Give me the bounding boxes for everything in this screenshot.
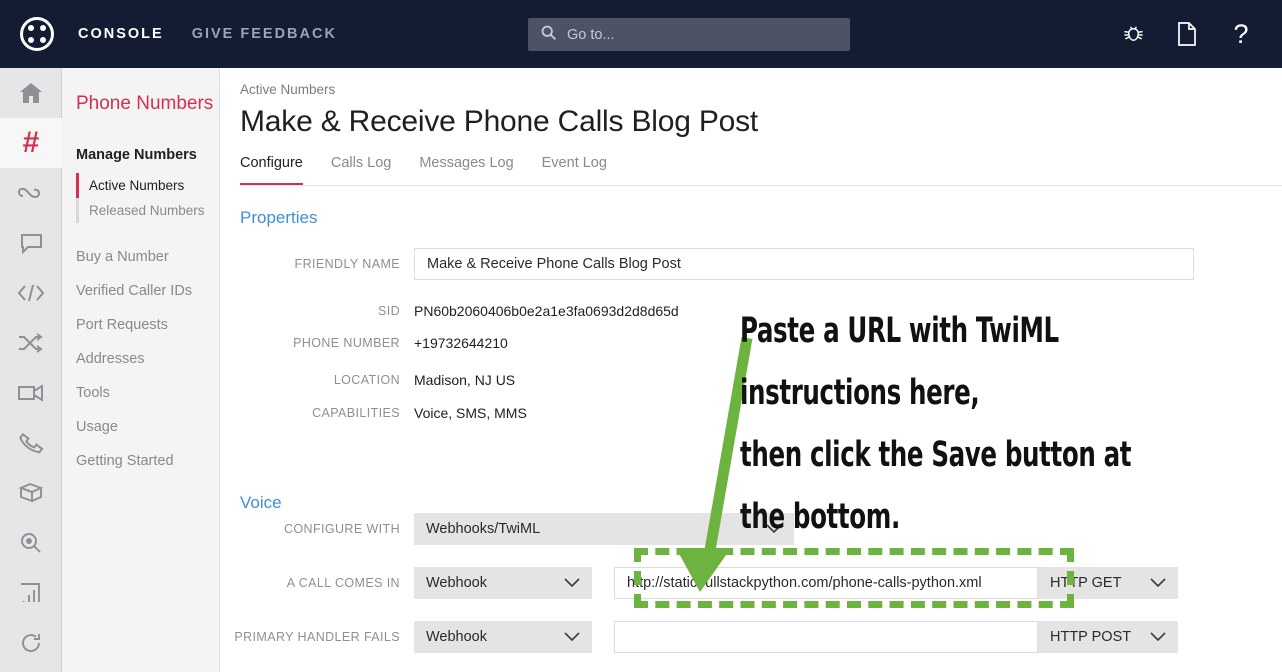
phone-number-value: +19732644210 bbox=[414, 335, 508, 351]
friendly-name-row: FRIENDLY NAME Make & Receive Phone Calls… bbox=[220, 248, 1282, 280]
configure-with-select[interactable]: Webhooks/TwiML bbox=[414, 513, 794, 545]
sidebar-item-buy-a-number[interactable]: Buy a Number bbox=[62, 249, 219, 265]
phone-number-label: PHONE NUMBER bbox=[293, 336, 400, 350]
top-bar-icon-group: ? bbox=[1106, 0, 1268, 68]
rail-item-code-icon[interactable] bbox=[0, 268, 62, 318]
sidebar-subitem-list: Active Numbers Released Numbers bbox=[62, 173, 219, 223]
sidebar-title: Phone Numbers bbox=[76, 93, 214, 114]
search-icon bbox=[540, 24, 557, 46]
phone-number-row: PHONE NUMBER +19732644210 bbox=[220, 335, 1282, 351]
sidebar-item-addresses[interactable]: Addresses bbox=[62, 351, 219, 367]
primary-icon-rail: # bbox=[0, 68, 62, 672]
sidebar-item-getting-started[interactable]: Getting Started bbox=[62, 453, 219, 469]
configure-with-value: Webhooks/TwiML bbox=[426, 521, 541, 537]
rail-item-bar-chart-icon[interactable] bbox=[0, 568, 62, 618]
location-label: LOCATION bbox=[333, 373, 400, 387]
sidebar-item-port-requests[interactable]: Port Requests bbox=[62, 317, 219, 333]
help-icon[interactable]: ? bbox=[1214, 18, 1268, 49]
rail-item-home-icon[interactable] bbox=[0, 68, 62, 118]
primary-handler-fails-type-value: Webhook bbox=[426, 629, 487, 645]
sidebar-item-verified-caller-ids[interactable]: Verified Caller IDs bbox=[62, 283, 219, 299]
search-placeholder: Go to... bbox=[567, 26, 615, 43]
chevron-down-icon bbox=[1150, 576, 1166, 592]
rail-item-cube-icon[interactable] bbox=[0, 468, 62, 518]
twilio-logo-icon[interactable] bbox=[18, 15, 56, 53]
capabilities-label: CAPABILITIES bbox=[312, 406, 400, 420]
sid-value: PN60b2060406b0e2a1e3fa0693d2d8d65d bbox=[414, 303, 679, 319]
a-call-comes-in-row: A CALL COMES IN Webhook http://static.fu… bbox=[220, 567, 1282, 599]
primary-handler-fails-label: PRIMARY HANDLER FAILS bbox=[234, 630, 400, 644]
sidebar-item-released-numbers[interactable]: Released Numbers bbox=[76, 198, 219, 223]
top-navigation-bar: CONSOLE GIVE FEEDBACK Go to... ? bbox=[0, 0, 1282, 68]
a-call-comes-in-method-value: HTTP GET bbox=[1050, 575, 1122, 591]
properties-heading: Properties bbox=[240, 208, 318, 227]
rail-item-superlink-icon[interactable] bbox=[0, 168, 62, 218]
primary-handler-fails-method-select[interactable]: HTTP POST bbox=[1038, 621, 1178, 653]
tab-calls-log[interactable]: Calls Log bbox=[331, 155, 391, 185]
tab-messages-log[interactable]: Messages Log bbox=[419, 155, 513, 185]
a-call-comes-in-method-select[interactable]: HTTP GET bbox=[1038, 567, 1178, 599]
chevron-down-icon bbox=[564, 630, 580, 646]
sid-label: SID bbox=[377, 304, 400, 318]
a-call-comes-in-type-select[interactable]: Webhook bbox=[414, 567, 592, 599]
sidebar-item-active-numbers[interactable]: Active Numbers bbox=[76, 173, 219, 198]
sidebar-item-tools[interactable]: Tools bbox=[62, 385, 219, 401]
rail-item-chat-bubble-icon[interactable] bbox=[0, 218, 62, 268]
location-row: LOCATION Madison, NJ US bbox=[220, 372, 1282, 388]
twilio-console-page: CONSOLE GIVE FEEDBACK Go to... ? # Phone… bbox=[0, 0, 1282, 672]
sid-row: SID PN60b2060406b0e2a1e3fa0693d2d8d65d bbox=[220, 303, 1282, 319]
friendly-name-field[interactable]: Make & Receive Phone Calls Blog Post bbox=[414, 248, 1194, 280]
capabilities-value: Voice, SMS, MMS bbox=[414, 405, 527, 421]
location-value: Madison, NJ US bbox=[414, 372, 516, 388]
tab-event-log[interactable]: Event Log bbox=[542, 155, 607, 185]
console-link[interactable]: CONSOLE bbox=[78, 26, 164, 42]
configure-with-label: CONFIGURE WITH bbox=[283, 522, 400, 536]
a-call-comes-in-type-value: Webhook bbox=[426, 575, 487, 591]
rail-item-search-magnifier-icon[interactable] bbox=[0, 518, 62, 568]
primary-handler-fails-row: PRIMARY HANDLER FAILS Webhook HTTP POST bbox=[220, 621, 1282, 653]
rail-item-sync-icon[interactable] bbox=[0, 618, 62, 668]
sidebar-group-manage-numbers[interactable]: Manage Numbers bbox=[62, 147, 219, 163]
primary-handler-fails-method-value: HTTP POST bbox=[1050, 629, 1132, 645]
a-call-comes-in-url-field[interactable]: http://static.fullstackpython.com/phone-… bbox=[614, 567, 1038, 599]
rail-item-shuffle-icon[interactable] bbox=[0, 318, 62, 368]
a-call-comes-in-label: A CALL COMES IN bbox=[286, 576, 400, 590]
secondary-sidebar: Phone Numbers Manage Numbers Active Numb… bbox=[62, 68, 220, 672]
give-feedback-link[interactable]: GIVE FEEDBACK bbox=[192, 26, 337, 42]
hash-glyph: # bbox=[22, 126, 40, 159]
primary-handler-fails-type-select[interactable]: Webhook bbox=[414, 621, 592, 653]
configure-with-row: CONFIGURE WITH Webhooks/TwiML bbox=[220, 513, 1282, 545]
tab-configure[interactable]: Configure bbox=[240, 155, 303, 185]
chevron-down-icon bbox=[1150, 630, 1166, 646]
tab-bar: Configure Calls Log Messages Log Event L… bbox=[240, 155, 1282, 186]
sidebar-item-usage[interactable]: Usage bbox=[62, 419, 219, 435]
document-icon[interactable] bbox=[1160, 21, 1214, 47]
rail-item-video-camera-icon[interactable] bbox=[0, 368, 62, 418]
chevron-down-icon bbox=[766, 522, 782, 538]
breadcrumb[interactable]: Active Numbers bbox=[220, 68, 1282, 97]
bug-icon[interactable] bbox=[1106, 23, 1160, 46]
rail-item-phone-handset-icon[interactable] bbox=[0, 418, 62, 468]
friendly-name-label: FRIENDLY NAME bbox=[294, 257, 400, 271]
search-input[interactable]: Go to... bbox=[528, 18, 850, 51]
capabilities-row: CAPABILITIES Voice, SMS, MMS bbox=[220, 405, 1282, 421]
page-title: Make & Receive Phone Calls Blog Post bbox=[240, 105, 759, 138]
primary-handler-fails-url-field[interactable] bbox=[614, 621, 1038, 653]
help-glyph: ? bbox=[1233, 18, 1249, 49]
main-content: Active Numbers Make & Receive Phone Call… bbox=[220, 68, 1282, 672]
chevron-down-icon bbox=[564, 576, 580, 592]
voice-heading: Voice bbox=[240, 493, 282, 512]
rail-item-phone-numbers-hash-icon[interactable]: # bbox=[0, 118, 62, 168]
